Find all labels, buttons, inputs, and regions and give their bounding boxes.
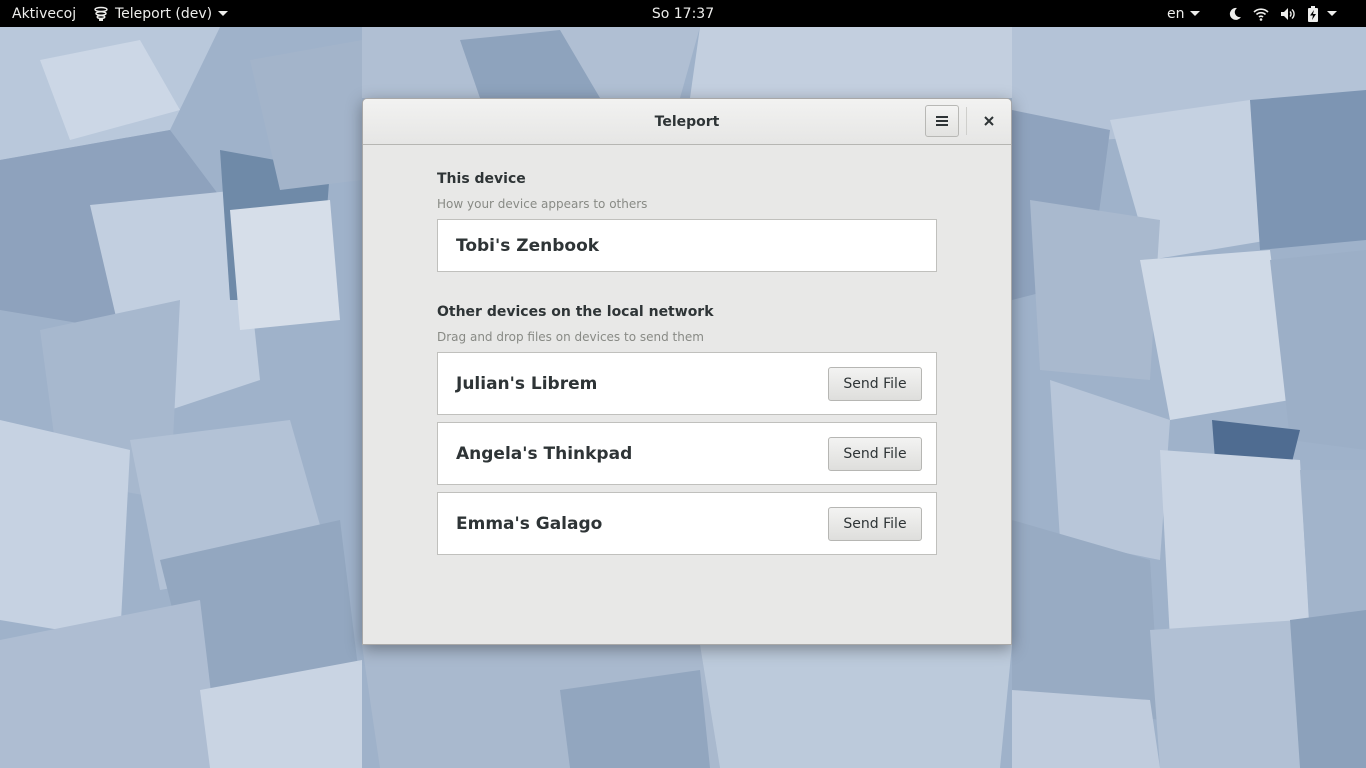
send-file-button[interactable]: Send File <box>828 507 922 541</box>
header-separator <box>966 107 967 135</box>
menu-button[interactable] <box>925 105 959 137</box>
desktop: Aktivecoj Teleport (dev) So 17:37 en Tel… <box>0 0 1366 768</box>
close-icon <box>984 116 994 126</box>
wifi-icon <box>1253 7 1269 21</box>
system-status-menu[interactable] <box>1228 0 1337 27</box>
this-device-heading: This device <box>437 171 526 187</box>
header-bar: Teleport <box>363 99 1011 145</box>
other-devices-subtitle: Drag and drop files on devices to send t… <box>437 330 704 344</box>
close-button[interactable] <box>973 105 1005 137</box>
device-name: Angela's Thinkpad <box>456 443 633 464</box>
chevron-down-icon <box>1189 11 1200 16</box>
volume-icon <box>1280 7 1296 21</box>
send-file-button[interactable]: Send File <box>828 437 922 471</box>
device-row[interactable]: Angela's Thinkpad Send File <box>437 422 937 485</box>
this-device-name-box[interactable]: Tobi's Zenbook <box>437 219 937 272</box>
top-bar: Aktivecoj Teleport (dev) So 17:37 en <box>0 0 1366 27</box>
night-light-icon <box>1228 7 1242 21</box>
teleport-window: Teleport This device How your device app… <box>362 98 1012 645</box>
battery-charging-icon <box>1307 5 1319 22</box>
language-label: en <box>1167 5 1185 22</box>
send-file-button[interactable]: Send File <box>828 367 922 401</box>
chevron-down-icon <box>1327 11 1337 16</box>
clock-label: So 17:37 <box>651 5 715 22</box>
device-row[interactable]: Emma's Galago Send File <box>437 492 937 555</box>
device-name: Julian's Librem <box>456 373 598 394</box>
other-devices-heading: Other devices on the local network <box>437 304 714 320</box>
device-row[interactable]: Julian's Librem Send File <box>437 352 937 415</box>
this-device-subtitle: How your device appears to others <box>437 197 648 211</box>
window-title: Teleport <box>654 113 720 130</box>
clock[interactable]: So 17:37 <box>0 0 1366 27</box>
device-name: Emma's Galago <box>456 513 603 534</box>
this-device-name: Tobi's Zenbook <box>456 235 600 256</box>
hamburger-menu-icon <box>936 116 948 126</box>
language-selector[interactable]: en <box>1167 0 1200 27</box>
